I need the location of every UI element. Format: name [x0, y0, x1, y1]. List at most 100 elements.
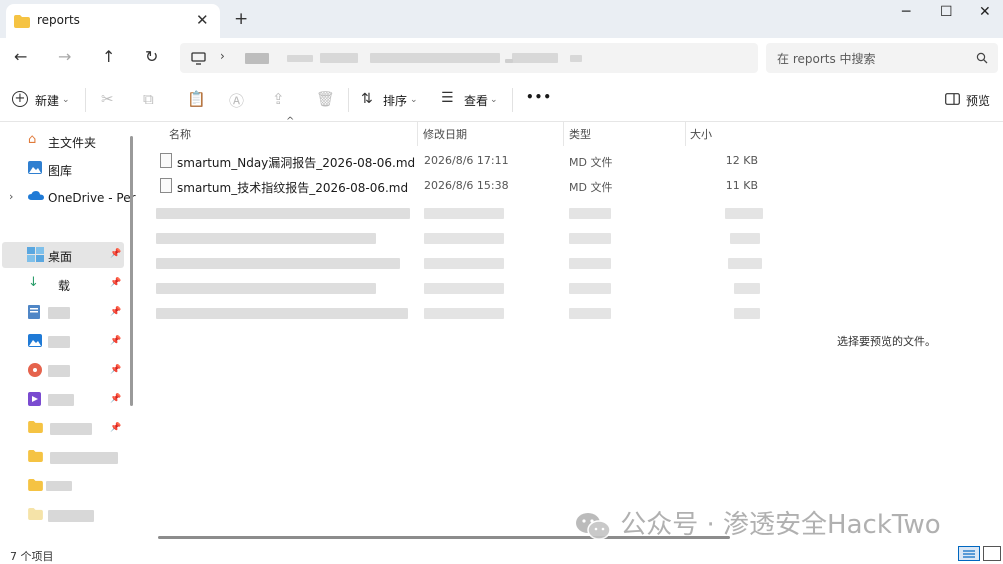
tiles-view-button[interactable]	[983, 546, 1001, 561]
sidebar-item-redacted[interactable]: 📌	[0, 358, 126, 384]
column-divider[interactable]	[417, 122, 418, 146]
chevron-down-icon[interactable]: ⌄	[62, 95, 70, 105]
file-row-redacted[interactable]	[140, 300, 764, 325]
sidebar-item-home[interactable]: ⌂ 主文件夹	[0, 128, 126, 154]
sort-ascending-icon: ^	[286, 116, 295, 127]
new-tab-button[interactable]: +	[234, 9, 248, 29]
redacted-label	[48, 307, 70, 319]
up-arrow-icon[interactable]: ↑	[102, 47, 115, 66]
paste-icon[interactable]: 📋	[187, 90, 206, 108]
view-icon: ☰	[441, 90, 454, 106]
delete-icon[interactable]: 🗑	[316, 90, 335, 108]
pin-icon[interactable]: 📌	[110, 307, 121, 317]
sidebar-item-onedrive[interactable]: › OneDrive - Per	[0, 185, 136, 211]
redacted-path-segment	[370, 53, 500, 63]
column-divider[interactable]	[563, 122, 564, 146]
preview-button[interactable]: 预览	[966, 92, 990, 109]
sidebar-item-redacted[interactable]	[0, 474, 126, 500]
sort-button[interactable]: 排序	[383, 92, 407, 109]
computer-icon	[191, 52, 206, 65]
back-arrow-icon[interactable]: ←	[14, 47, 27, 66]
sidebar-scrollbar[interactable]	[130, 136, 133, 406]
sidebar-item-redacted[interactable]: 📌	[0, 300, 126, 326]
search-input[interactable]: 在 reports 中搜索	[766, 43, 998, 73]
redacted-date	[424, 208, 504, 219]
maximize-button[interactable]: ☐	[940, 4, 953, 20]
more-options-button[interactable]: •••	[526, 90, 552, 104]
details-view-button[interactable]	[958, 546, 980, 561]
download-icon: ↓	[28, 275, 39, 290]
tab-title: reports	[37, 13, 80, 27]
sidebar-item-redacted[interactable]	[0, 445, 126, 471]
cloud-icon	[28, 190, 44, 204]
file-row[interactable]: smartum_技术指纹报告_2026-08-06.md 2026/8/6 15…	[140, 174, 764, 199]
column-header-size[interactable]: 大小	[690, 126, 712, 142]
file-type: MD 文件	[569, 156, 613, 169]
chevron-down-icon[interactable]: ⌄	[410, 95, 418, 105]
new-button[interactable]: 新建	[35, 92, 59, 109]
redacted-label	[48, 394, 74, 406]
sidebar-item-label: 载	[58, 279, 71, 293]
redacted-label	[50, 423, 92, 435]
sidebar-item-redacted[interactable]: 📌	[0, 329, 126, 355]
redacted-path-segment	[512, 53, 558, 63]
file-row-redacted[interactable]	[140, 225, 764, 250]
sidebar-item-redacted[interactable]: 📌	[0, 416, 126, 442]
minimize-button[interactable]: ─	[902, 4, 910, 20]
file-row[interactable]: smartum_Nday漏洞报告_2026-08-06.md 2026/8/6 …	[140, 149, 764, 174]
folder-icon	[28, 421, 43, 435]
share-icon[interactable]: ⇪	[272, 90, 285, 108]
folder-icon	[28, 450, 43, 464]
sidebar-item-desktop[interactable]: 桌面 📌	[2, 242, 124, 268]
redacted-name	[156, 308, 408, 319]
forward-arrow-icon[interactable]: →	[58, 47, 71, 66]
preview-empty-message: 选择要预览的文件。	[837, 335, 936, 348]
music-icon	[28, 363, 43, 377]
pin-icon[interactable]: 📌	[110, 336, 121, 346]
redacted-size	[728, 258, 762, 269]
rename-icon[interactable]: Ⓐ	[229, 90, 244, 111]
file-row-redacted[interactable]	[140, 250, 764, 275]
sidebar-item-redacted[interactable]	[0, 503, 126, 529]
tab-close-icon[interactable]: ✕	[196, 11, 209, 29]
close-button[interactable]: ✕	[979, 4, 991, 20]
copy-icon[interactable]: ⧉	[143, 90, 154, 108]
pin-icon[interactable]: 📌	[110, 249, 121, 259]
pin-icon[interactable]: 📌	[110, 394, 121, 404]
redacted-path-segment	[570, 55, 582, 62]
cut-icon[interactable]: ✂	[101, 90, 114, 108]
column-header-name[interactable]: 名称	[169, 126, 191, 142]
pin-icon[interactable]: 📌	[110, 365, 121, 375]
column-divider[interactable]	[685, 122, 686, 146]
redacted-date	[424, 308, 504, 319]
redacted-date	[424, 283, 504, 294]
refresh-icon[interactable]: ↻	[145, 47, 158, 66]
separator	[512, 88, 513, 112]
sidebar-item-downloads[interactable]: ↓ 载 📌	[0, 271, 126, 297]
file-row-redacted[interactable]	[140, 200, 764, 225]
redacted-type	[569, 233, 611, 244]
file-row-redacted[interactable]	[140, 275, 764, 300]
watermark: 公众号 · 渗透安全HackTwo	[574, 504, 941, 540]
file-date: 2026/8/6 17:11	[424, 154, 509, 167]
tab-reports[interactable]: reports ✕	[6, 4, 220, 38]
redacted-type	[569, 308, 611, 319]
pin-icon[interactable]: 📌	[110, 423, 121, 433]
separator	[348, 88, 349, 112]
watermark-text: 公众号 · 渗透安全HackTwo	[620, 510, 941, 540]
sidebar-item-gallery[interactable]: 图库	[0, 156, 126, 182]
view-button[interactable]: 查看	[464, 92, 488, 109]
pictures-icon	[28, 334, 43, 348]
chevron-right-icon[interactable]: ›	[9, 190, 13, 203]
redacted-size	[730, 233, 760, 244]
redacted-path-segment	[287, 55, 313, 62]
sidebar-item-redacted[interactable]: 📌	[0, 387, 126, 413]
gallery-icon	[28, 161, 43, 175]
column-header-date[interactable]: 修改日期	[423, 126, 467, 142]
chevron-down-icon[interactable]: ⌄	[490, 95, 498, 105]
search-placeholder: 在 reports 中搜索	[777, 52, 876, 66]
address-input[interactable]: ›	[180, 43, 758, 73]
column-header-type[interactable]: 类型	[569, 126, 591, 142]
redacted-type	[569, 258, 611, 269]
pin-icon[interactable]: 📌	[110, 278, 121, 288]
